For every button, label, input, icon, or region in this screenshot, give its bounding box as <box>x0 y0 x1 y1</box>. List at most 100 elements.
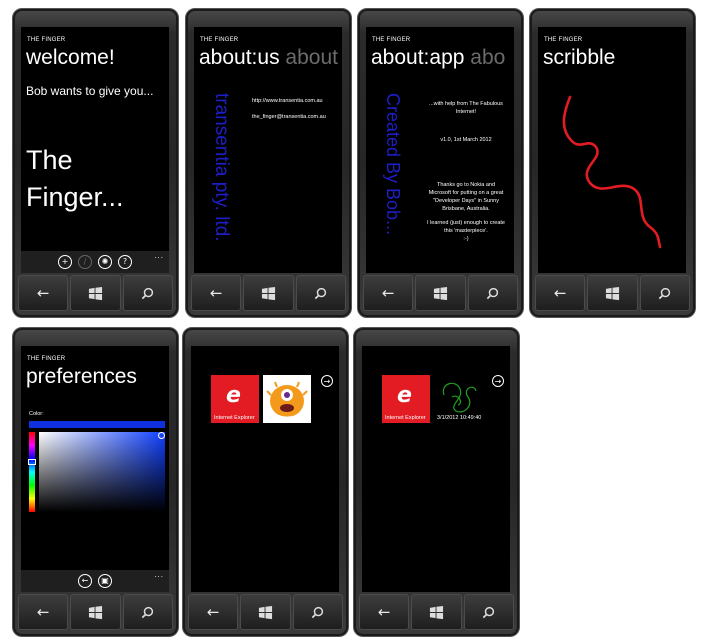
screen-welcome: THE FINGER welcome! Bob wants to give yo… <box>21 27 169 273</box>
ie-logo-icon: e <box>226 383 241 408</box>
tile-internet-explorer[interactable]: e Internet Explorer <box>382 375 430 423</box>
hardware-buttons: ← <box>358 594 515 630</box>
pivot-header-preferences[interactable]: preferences <box>26 365 137 389</box>
pivot-header-aboutus[interactable]: about:us about <box>199 46 338 70</box>
tile-label: The Finger <box>266 415 293 421</box>
app-title: THE FINGER <box>27 37 66 43</box>
back-arrow-icon[interactable]: ← <box>363 275 414 311</box>
windows-logo-icon[interactable] <box>240 594 291 630</box>
back-arrow-icon[interactable]: ← <box>188 594 239 630</box>
hardware-buttons: ← <box>17 594 174 630</box>
edit-icon: ∕ <box>78 255 92 269</box>
hue-slider-thumb[interactable] <box>28 459 36 465</box>
hardware-buttons: ← <box>187 594 344 630</box>
pivot-header-scribble[interactable]: scribble <box>543 46 615 70</box>
welcome-line2: Finger... <box>26 182 124 212</box>
more-icon[interactable]: ... <box>154 571 164 579</box>
settings-icon[interactable]: ✺ <box>98 255 112 269</box>
phone-welcome: THE FINGER welcome! Bob wants to give yo… <box>12 8 179 318</box>
back-icon[interactable]: ← <box>78 574 92 588</box>
hue-slider[interactable] <box>29 432 35 512</box>
back-arrow-icon[interactable]: ← <box>18 275 69 311</box>
smiley-text: :-) <box>463 236 469 242</box>
tile-scribble[interactable]: 3/1/2012 10:49:40 <box>434 375 482 423</box>
color-label: Color: <box>29 411 44 417</box>
app-title: THE FINGER <box>27 356 66 362</box>
search-icon[interactable] <box>122 594 173 630</box>
pivot-title: preferences <box>26 365 137 388</box>
search-icon[interactable] <box>295 275 346 311</box>
app-title: THE FINGER <box>544 37 583 43</box>
pivot-header-aboutapp[interactable]: about:app abo <box>371 46 505 70</box>
more-icon[interactable]: ... <box>154 252 164 260</box>
phone-aboutus: THE FINGER about:us about transentia pty… <box>185 8 352 318</box>
back-arrow-icon[interactable]: ← <box>18 594 69 630</box>
welcome-line1: The <box>26 145 73 175</box>
color-picker-thumb[interactable] <box>158 432 165 439</box>
scribble-stroke <box>562 95 662 249</box>
search-icon[interactable] <box>463 594 514 630</box>
screen-start-scribble: e Internet Explorer 3/1/2012 10:49:40 → <box>362 346 510 592</box>
pivot-title: about:app <box>371 46 465 69</box>
hardware-buttons: ← <box>534 275 691 311</box>
arrow-right-icon[interactable]: → <box>321 375 333 387</box>
pivot-header-welcome[interactable]: welcome! <box>26 46 115 70</box>
tile-timestamp: 3/1/2012 10:49:40 <box>437 415 482 421</box>
help-icon[interactable]: ? <box>118 255 132 269</box>
arrow-right-icon[interactable]: → <box>492 375 504 387</box>
welcome-subtitle: Bob wants to give you... <box>26 84 154 98</box>
windows-logo-icon[interactable] <box>70 275 121 311</box>
ie-logo-icon: e <box>397 383 412 408</box>
hardware-buttons: ← <box>17 275 174 311</box>
search-icon[interactable] <box>122 275 173 311</box>
windows-logo-icon[interactable] <box>70 594 121 630</box>
phone-preferences: THE FINGER preferences Color: ← ▣ ... ← <box>12 327 179 637</box>
tile-internet-explorer[interactable]: e Internet Explorer <box>211 375 259 423</box>
pivot-title: scribble <box>543 46 616 69</box>
version-text: v1.0, 1st March 2012 <box>440 137 492 143</box>
author-vertical-text: Created By Bob... <box>383 93 403 236</box>
back-arrow-icon[interactable]: ← <box>359 594 410 630</box>
thanks-text: Thanks go to Nokia and Microsoft for put… <box>428 182 504 212</box>
tile-the-finger[interactable]: The Finger <box>263 375 311 423</box>
screen-aboutus: THE FINGER about:us about transentia pty… <box>194 27 342 273</box>
phone-start-scribble: e Internet Explorer 3/1/2012 10:49:40 → … <box>353 327 520 637</box>
hardware-buttons: ← <box>362 275 519 311</box>
windows-logo-icon[interactable] <box>411 594 462 630</box>
scribble-canvas[interactable] <box>538 77 686 273</box>
add-icon[interactable]: + <box>58 255 72 269</box>
windows-logo-icon[interactable] <box>415 275 466 311</box>
help-credit: ...with help from The Fabulous Internet! <box>429 101 503 115</box>
back-arrow-icon[interactable]: ← <box>191 275 242 311</box>
pivot-next-title[interactable]: about <box>285 46 338 69</box>
pivot-title: about:us <box>199 46 280 69</box>
selected-color-bar <box>29 421 165 428</box>
screen-aboutapp: THE FINGER about:app abo Created By Bob.… <box>366 27 514 273</box>
color-picker-area[interactable] <box>39 432 165 512</box>
application-bar: + ∕ ✺ ? ... <box>21 251 169 273</box>
phone-aboutapp: THE FINGER about:app abo Created By Bob.… <box>357 8 524 318</box>
hardware-buttons: ← <box>190 275 347 311</box>
windows-logo-icon[interactable] <box>587 275 638 311</box>
learned-text: I learned (just) enough to create this '… <box>427 220 505 234</box>
back-arrow-icon[interactable]: ← <box>535 275 586 311</box>
phone-start-tile: e Internet Explorer The Finger → ← <box>182 327 349 637</box>
company-url[interactable]: http://www.transentia.com.au <box>252 98 323 104</box>
pivot-title: welcome! <box>26 46 115 69</box>
tile-label: Internet Explorer <box>385 415 426 421</box>
app-title: THE FINGER <box>200 37 239 43</box>
company-email[interactable]: the_finger@transentia.com.au <box>252 114 326 120</box>
search-icon[interactable] <box>467 275 518 311</box>
screen-preferences: THE FINGER preferences Color: ← ▣ ... <box>21 346 169 592</box>
tile-label: Internet Explorer <box>214 415 255 421</box>
screen-start-tile: e Internet Explorer The Finger → <box>191 346 339 592</box>
windows-logo-icon[interactable] <box>243 275 294 311</box>
app-title: THE FINGER <box>372 37 411 43</box>
search-icon[interactable] <box>639 275 690 311</box>
search-icon[interactable] <box>292 594 343 630</box>
company-vertical-text: transentia pty. ltd. <box>211 93 232 242</box>
save-icon[interactable]: ▣ <box>98 574 112 588</box>
phone-scribble: THE FINGER scribble ← <box>529 8 696 318</box>
pivot-next-title[interactable]: abo <box>470 46 505 69</box>
screen-scribble: THE FINGER scribble <box>538 27 686 273</box>
